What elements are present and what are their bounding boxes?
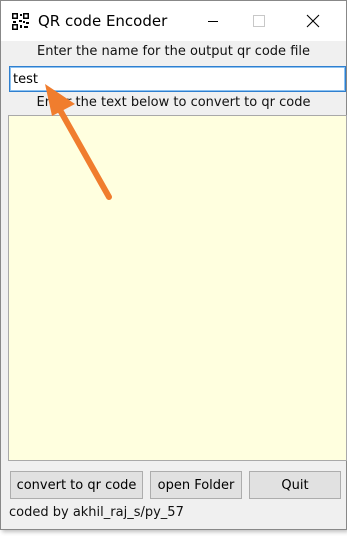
title-bar[interactable]: QR code Encoder: [1, 1, 346, 41]
close-button[interactable]: [290, 1, 336, 41]
minimize-icon: [208, 21, 218, 22]
convert-button[interactable]: convert to qr code: [10, 471, 143, 499]
quit-button[interactable]: Quit: [249, 471, 341, 499]
text-input-area[interactable]: [8, 115, 347, 461]
close-icon: [306, 14, 320, 28]
maximize-button[interactable]: [236, 1, 282, 41]
app-window: QR code Encoder Enter the name for the o…: [0, 0, 347, 530]
open-folder-button[interactable]: open Folder: [150, 471, 242, 499]
filename-label: Enter the name for the output qr code fi…: [37, 44, 310, 59]
window-title: QR code Encoder: [38, 12, 168, 30]
filename-input[interactable]: [9, 66, 346, 92]
maximize-icon: [253, 15, 265, 27]
background-edge: [347, 0, 357, 536]
credit-text: coded by akhil_raj_s/py_57: [9, 505, 184, 520]
text-label: Enter the text below to convert to qr co…: [36, 95, 311, 110]
qr-code-icon: [12, 13, 29, 30]
minimize-button[interactable]: [190, 1, 236, 41]
